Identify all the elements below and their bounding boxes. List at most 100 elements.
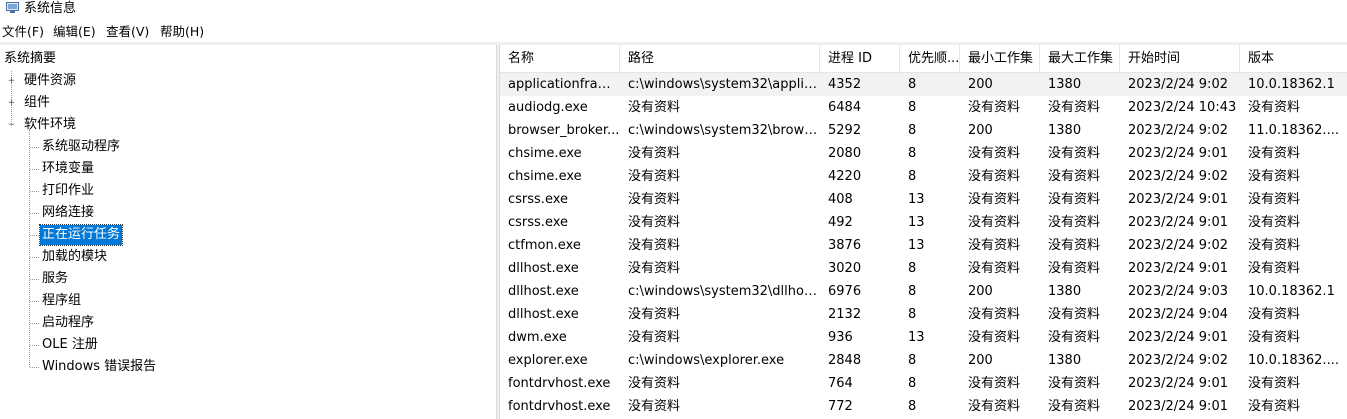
cell-max-working-set: 没有资料 — [1048, 215, 1101, 230]
tree-item-program-groups[interactable]: 程序组 — [42, 291, 81, 311]
cell-min-working-set: 没有资料 — [968, 146, 1021, 161]
cell-start-time: 2023/2/24 9:02 — [1128, 353, 1228, 368]
cell-start-time: 2023/2/24 9:01 — [1128, 146, 1228, 161]
cell-min-working-set: 200 — [968, 353, 993, 368]
table-row[interactable]: applicationframe... c:\windows\system32\a… — [500, 73, 1347, 96]
tree-item-running-tasks[interactable]: 正在运行任务 — [38, 224, 124, 246]
cell-name: chsime.exe — [508, 169, 582, 184]
cell-version: 没有资料 — [1248, 330, 1301, 345]
menu-edit[interactable]: 编辑(E) — [53, 22, 96, 42]
table-row[interactable]: dwm.exe 没有资料 936 13 没有资料 没有资料 2023/2/24 9:01 没有… — [500, 326, 1347, 349]
menu-help[interactable]: 帮助(H) — [160, 22, 204, 42]
column-header-priority[interactable]: 优先顺... — [900, 45, 960, 72]
cell-min-working-set: 没有资料 — [968, 399, 1021, 414]
column-header-row: 名称 路径 进程 ID 优先顺... 最小工作集 最大工作集 开始时间 版本 — [500, 45, 1347, 73]
menu-view[interactable]: 查看(V) — [106, 22, 149, 42]
cell-pid: 3020 — [828, 261, 862, 276]
tree-item-network-connections[interactable]: 网络连接 — [42, 203, 94, 223]
table-row[interactable]: csrss.exe 没有资料 408 13 没有资料 没有资料 2023/2/24 9:01… — [500, 188, 1347, 211]
cell-version: 没有资料 — [1248, 307, 1301, 322]
cell-pid: 2848 — [828, 353, 862, 368]
cell-name: browser_broker... — [508, 123, 620, 138]
cell-max-working-set: 没有资料 — [1048, 238, 1101, 253]
tree-item-system-summary[interactable]: 系统摘要 — [4, 49, 56, 69]
cell-version: 没有资料 — [1248, 399, 1301, 414]
tree-item-hardware[interactable]: 硬件资源 — [24, 71, 76, 91]
tree-connector — [30, 367, 39, 368]
cell-path: 没有资料 — [628, 100, 681, 115]
tree-item-services[interactable]: 服务 — [42, 269, 68, 289]
cell-version: 10.0.18362.1 — [1248, 77, 1335, 92]
column-header-max-working-set[interactable]: 最大工作集 — [1040, 45, 1120, 72]
cell-priority: 8 — [908, 376, 917, 391]
cell-pid: 4352 — [828, 77, 862, 92]
column-header-path[interactable]: 路径 — [620, 45, 820, 72]
cell-min-working-set: 没有资料 — [968, 307, 1021, 322]
table-row[interactable]: dllhost.exe c:\windows\system32\dllhost..… — [500, 280, 1347, 303]
cell-name: applicationframe... — [508, 77, 620, 92]
expand-icon[interactable]: + — [7, 99, 16, 108]
cell-name: fontdrvhost.exe — [508, 399, 611, 414]
cell-min-working-set: 没有资料 — [968, 100, 1021, 115]
cell-path: 没有资料 — [628, 192, 681, 207]
collapse-icon[interactable]: − — [7, 121, 16, 130]
column-header-version[interactable]: 版本 — [1240, 45, 1347, 72]
cell-name: csrss.exe — [508, 215, 569, 230]
cell-start-time: 2023/2/24 9:01 — [1128, 215, 1228, 230]
cell-max-working-set: 没有资料 — [1048, 376, 1101, 391]
tree-connector — [30, 235, 39, 236]
cell-min-working-set: 没有资料 — [968, 215, 1021, 230]
cell-pid: 4220 — [828, 169, 862, 184]
table-row[interactable]: chsime.exe 没有资料 4220 8 没有资料 没有资料 2023/2/24 9:0… — [500, 165, 1347, 188]
cell-priority: 8 — [908, 307, 917, 322]
cell-path: 没有资料 — [628, 261, 681, 276]
table-row[interactable]: chsime.exe 没有资料 2080 8 没有资料 没有资料 2023/2/24 9:0… — [500, 142, 1347, 165]
column-header-name[interactable]: 名称 — [500, 45, 620, 72]
system-info-icon — [6, 2, 19, 13]
table-row[interactable]: browser_broker... c:\windows\system32\bro… — [500, 119, 1347, 142]
table-row[interactable]: fontdrvhost.exe 没有资料 764 8 没有资料 没有资料 2023/2/24… — [500, 372, 1347, 395]
table-row[interactable]: csrss.exe 没有资料 492 13 没有资料 没有资料 2023/2/24 9:01… — [500, 211, 1347, 234]
tree-item-software-env[interactable]: 软件环境 — [24, 115, 76, 135]
cell-min-working-set: 没有资料 — [968, 238, 1021, 253]
cell-priority: 8 — [908, 284, 917, 299]
cell-start-time: 2023/2/24 9:02 — [1128, 77, 1228, 92]
tree-connector — [30, 169, 39, 170]
tree-item-print-jobs[interactable]: 打印作业 — [42, 181, 94, 201]
category-tree[interactable]: 系统摘要 + 硬件资源 + 组件 − 软件环境 系统驱动程序 环境变量 打印作业… — [0, 45, 496, 419]
cell-path: 没有资料 — [628, 376, 681, 391]
menu-file[interactable]: 文件(F) — [2, 22, 44, 42]
tree-item-system-drivers[interactable]: 系统驱动程序 — [42, 137, 120, 157]
running-tasks-list[interactable]: 名称 路径 进程 ID 优先顺... 最小工作集 最大工作集 开始时间 版本 a… — [500, 45, 1347, 419]
tree-item-env-vars[interactable]: 环境变量 — [42, 159, 94, 179]
tree-item-loaded-modules[interactable]: 加载的模块 — [42, 247, 107, 267]
cell-path: c:\windows\system32\dllhost... — [628, 284, 820, 299]
column-header-min-working-set[interactable]: 最小工作集 — [960, 45, 1040, 72]
cell-pid: 408 — [828, 192, 853, 207]
tree-item-ole-registration[interactable]: OLE 注册 — [42, 335, 98, 355]
cell-pid: 6976 — [828, 284, 862, 299]
cell-start-time: 2023/2/24 9:04 — [1128, 307, 1228, 322]
cell-max-working-set: 1380 — [1048, 353, 1082, 368]
cell-name: dwm.exe — [508, 330, 567, 345]
cell-start-time: 2023/2/24 9:01 — [1128, 192, 1228, 207]
table-row[interactable]: explorer.exe c:\windows\explorer.exe 2848 8… — [500, 349, 1347, 372]
tree-item-components[interactable]: 组件 — [24, 93, 50, 113]
cell-path: 没有资料 — [628, 307, 681, 322]
expand-icon[interactable]: + — [7, 77, 16, 86]
cell-path: c:\windows\explorer.exe — [628, 353, 785, 368]
table-row[interactable]: audiodg.exe 没有资料 6484 8 没有资料 没有资料 2023/2/24 10… — [500, 96, 1347, 119]
tree-item-startup-programs[interactable]: 启动程序 — [42, 313, 94, 333]
cell-max-working-set: 1380 — [1048, 77, 1082, 92]
table-row[interactable]: fontdrvhost.exe 没有资料 772 8 没有资料 没有资料 2023/2/24… — [500, 395, 1347, 418]
column-header-start-time[interactable]: 开始时间 — [1120, 45, 1240, 72]
column-header-pid[interactable]: 进程 ID — [820, 45, 900, 72]
cell-name: dllhost.exe — [508, 307, 579, 322]
cell-min-working-set: 没有资料 — [968, 330, 1021, 345]
table-row[interactable]: ctfmon.exe 没有资料 3876 13 没有资料 没有资料 2023/2/24 9:… — [500, 234, 1347, 257]
table-row[interactable]: dllhost.exe 没有资料 3020 8 没有资料 没有资料 2023/2/24 9:… — [500, 257, 1347, 280]
tree-item-windows-error-reporting[interactable]: Windows 错误报告 — [42, 357, 156, 377]
table-row[interactable]: dllhost.exe 没有资料 2132 8 没有资料 没有资料 2023/2/24 9:… — [500, 303, 1347, 326]
cell-version: 11.0.18362.... — [1248, 123, 1339, 138]
cell-min-working-set: 没有资料 — [968, 261, 1021, 276]
